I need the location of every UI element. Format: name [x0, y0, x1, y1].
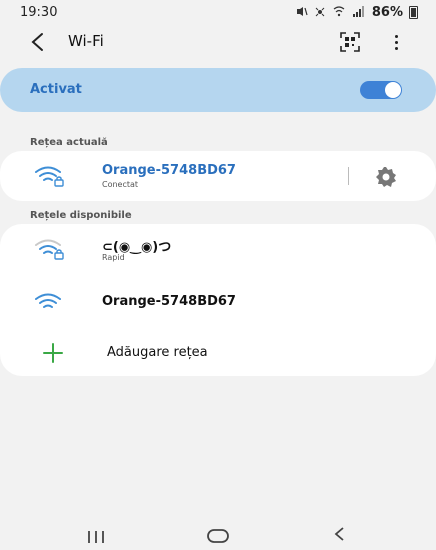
section-current-network: Rețea actuală — [30, 137, 108, 148]
add-network-label: Adăugare rețea — [107, 345, 208, 360]
mute-vibrate-icon — [296, 6, 308, 20]
status-icons: 86% — [296, 5, 418, 20]
battery-percent: 86% — [371, 5, 403, 20]
add-network-button[interactable]: Adăugare rețea — [0, 328, 436, 376]
list-item[interactable]: Orange-5748BD67 — [0, 276, 436, 326]
wifi-master-toggle[interactable]: Activat — [0, 68, 436, 112]
wifi-switch[interactable] — [360, 81, 402, 99]
qr-scan-icon[interactable] — [338, 30, 362, 54]
home-icon[interactable] — [207, 528, 229, 543]
app-bar: Wi-Fi — [0, 24, 436, 60]
section-available-networks: Rețele disponibile — [30, 210, 132, 221]
toggle-label: Activat — [30, 82, 82, 97]
current-network-name: Orange-5748BD67 — [102, 163, 236, 178]
recent-apps-icon[interactable] — [86, 528, 106, 543]
wifi-icon — [34, 292, 66, 316]
network-speed: Rapid — [102, 253, 125, 262]
switch-knob — [385, 82, 401, 98]
status-bar: 19:30 86% — [0, 0, 436, 24]
network-name: Orange-5748BD67 — [102, 294, 236, 309]
back-icon[interactable] — [332, 526, 346, 542]
plus-icon — [42, 342, 64, 364]
gear-icon[interactable] — [374, 165, 398, 189]
row-divider — [348, 167, 349, 185]
current-network-status: Conectat — [102, 180, 139, 189]
wifi-secured-icon — [34, 238, 66, 262]
current-network-card: Orange-5748BD67 Conectat — [0, 151, 436, 201]
status-time: 19:30 — [20, 5, 58, 20]
wifi-calling-icon — [332, 5, 346, 20]
back-arrow-icon[interactable] — [24, 28, 52, 56]
page-title: Wi-Fi — [68, 32, 104, 50]
available-networks-card: ⊂(◉‿◉)つ Rapid Orange-5748BD67 Adăugare r… — [0, 224, 436, 376]
battery-icon — [409, 6, 418, 19]
list-item[interactable]: ⊂(◉‿◉)つ Rapid — [0, 224, 436, 274]
wifi-secured-icon — [34, 165, 66, 189]
signal-strength-icon — [352, 5, 366, 20]
current-network-row[interactable]: Orange-5748BD67 Conectat — [0, 151, 436, 201]
more-vert-icon[interactable] — [386, 30, 406, 54]
navigation-bar — [0, 518, 436, 550]
cellular-signal-icon — [314, 6, 326, 20]
